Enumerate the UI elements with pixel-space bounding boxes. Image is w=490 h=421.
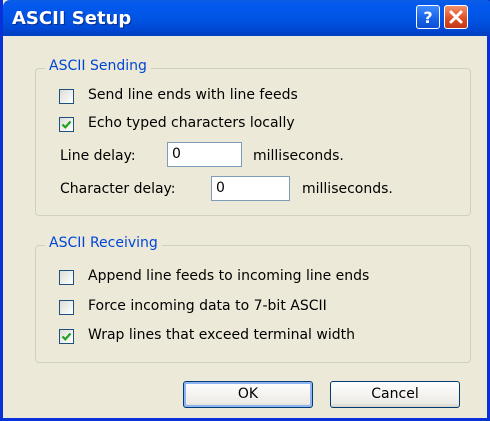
ok-button[interactable]: OK [183,381,313,408]
force-7bit-label: Force incoming data to 7-bit ASCII [88,298,327,314]
close-button[interactable] [444,5,468,29]
help-button[interactable]: ? [416,5,440,29]
line-delay-input[interactable]: 0 [167,142,242,167]
wrap-lines-label: Wrap lines that exceed terminal width [88,327,355,343]
append-line-feeds-label: Append line feeds to incoming line ends [88,268,370,284]
char-delay-unit: milliseconds. [302,181,393,197]
close-icon [449,10,463,24]
force-7bit-checkbox[interactable] [59,300,74,315]
dialog-title: ASCII Setup [12,8,132,29]
help-icon: ? [423,8,432,27]
ascii-setup-dialog: ASCII Setup ? ASCII Sending Send line en… [0,0,490,421]
send-line-feeds-label: Send line ends with line feeds [88,87,298,103]
ascii-receiving-legend: ASCII Receiving [45,235,162,251]
char-delay-input[interactable]: 0 [211,176,290,201]
line-delay-label: Line delay: [60,148,136,164]
char-delay-label: Character delay: [60,181,176,197]
check-icon [61,332,72,341]
send-line-feeds-checkbox[interactable] [59,89,74,104]
wrap-lines-checkbox[interactable] [59,329,74,344]
ascii-sending-legend: ASCII Sending [45,58,151,74]
check-icon [61,120,72,129]
append-line-feeds-checkbox[interactable] [59,270,74,285]
echo-locally-label: Echo typed characters locally [88,115,295,131]
line-delay-unit: milliseconds. [253,148,344,164]
cancel-button[interactable]: Cancel [330,381,460,408]
svg-text:?: ? [423,8,432,27]
echo-locally-checkbox[interactable] [59,117,74,132]
title-bar[interactable]: ASCII Setup ? [3,0,490,36]
